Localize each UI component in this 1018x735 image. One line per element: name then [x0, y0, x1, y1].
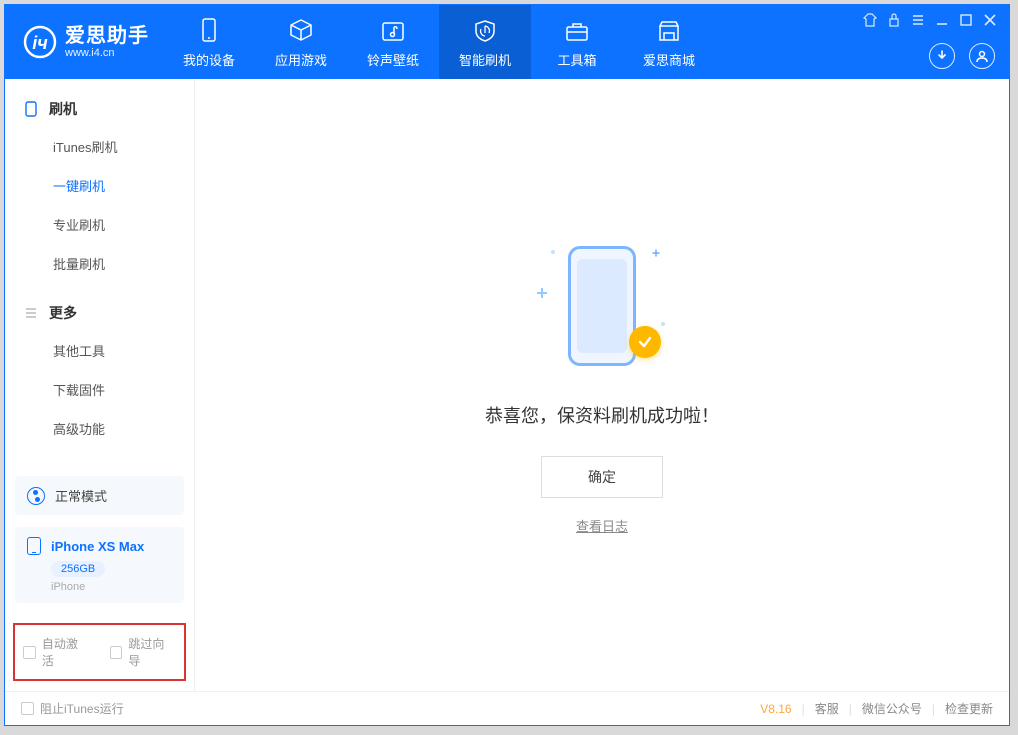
music-folder-icon [380, 16, 406, 46]
tab-label: 爱思商城 [643, 50, 695, 69]
sidebar-item-oneclick-flash[interactable]: 一键刷机 [5, 166, 194, 205]
sparkle-icon [537, 288, 547, 298]
window-controls [863, 13, 997, 27]
sidebar-heading-more: 更多 [5, 295, 194, 331]
device-icon [199, 16, 219, 46]
logo-icon: iч [23, 25, 57, 59]
version-label: V8.16 [760, 702, 791, 716]
phone-small-icon [23, 101, 39, 117]
separator: | [802, 702, 805, 716]
sidebar-heading-text: 刷机 [49, 99, 77, 119]
nav-tabs: 我的设备 应用游戏 铃声壁纸 智能刷机 [163, 5, 715, 79]
sparkle-icon [653, 249, 660, 256]
sidebar-item-other-tools[interactable]: 其他工具 [5, 331, 194, 370]
view-log-link[interactable]: 查看日志 [576, 516, 628, 535]
device-box: iPhone XS Max 256GB iPhone [15, 527, 184, 603]
app-window: iч 爱思助手 www.i4.cn 我的设备 应用游戏 [4, 4, 1010, 726]
list-icon [23, 305, 39, 321]
sidebar-group-flash: 刷机 iTunes刷机 一键刷机 专业刷机 批量刷机 [5, 91, 194, 283]
confirm-button[interactable]: 确定 [541, 456, 663, 498]
footer-link-wechat[interactable]: 微信公众号 [862, 700, 922, 717]
tab-label: 工具箱 [557, 50, 596, 69]
maximize-icon[interactable] [959, 13, 973, 27]
success-message: 恭喜您，保资料刷机成功啦！ [485, 402, 719, 428]
device-type: iPhone [51, 581, 172, 593]
tshirt-icon[interactable] [863, 13, 877, 27]
separator: | [849, 702, 852, 716]
checkbox-box [23, 646, 36, 659]
checkbox-skip-guide[interactable]: 跳过向导 [110, 635, 177, 669]
tab-smart-flash[interactable]: 智能刷机 [439, 5, 531, 79]
sidebar-item-pro-flash[interactable]: 专业刷机 [5, 205, 194, 244]
device-storage-badge: 256GB [51, 561, 105, 577]
checkbox-label: 自动激活 [42, 635, 90, 669]
mode-icon [27, 487, 45, 505]
tab-label: 智能刷机 [459, 50, 511, 69]
download-icon[interactable] [929, 43, 955, 69]
cube-icon [288, 16, 314, 46]
store-icon [656, 16, 682, 46]
lock-icon[interactable] [887, 13, 901, 27]
device-name: iPhone XS Max [51, 539, 144, 554]
tab-ringtone-wallpaper[interactable]: 铃声壁纸 [347, 5, 439, 79]
footer-link-update[interactable]: 检查更新 [945, 700, 993, 717]
checkbox-block-itunes[interactable]: 阻止iTunes运行 [21, 700, 124, 717]
shield-icon [472, 16, 498, 46]
tab-label: 应用游戏 [275, 50, 327, 69]
main-content: 恭喜您，保资料刷机成功啦！ 确定 查看日志 [195, 79, 1009, 691]
app-subtitle: www.i4.cn [65, 47, 149, 59]
tab-store[interactable]: 爱思商城 [623, 5, 715, 79]
success-illustration [537, 236, 667, 376]
sidebar-item-batch-flash[interactable]: 批量刷机 [5, 244, 194, 283]
device-name-row[interactable]: iPhone XS Max [27, 537, 172, 555]
highlighted-options-box: 自动激活 跳过向导 [13, 623, 186, 681]
tab-label: 我的设备 [183, 50, 235, 69]
sidebar-heading-flash: 刷机 [5, 91, 194, 127]
tab-apps-games[interactable]: 应用游戏 [255, 5, 347, 79]
user-icon[interactable] [969, 43, 995, 69]
tab-my-device[interactable]: 我的设备 [163, 5, 255, 79]
mode-label: 正常模式 [55, 486, 107, 505]
footer-link-support[interactable]: 客服 [815, 700, 839, 717]
toolbox-icon [564, 16, 590, 46]
close-icon[interactable] [983, 13, 997, 27]
checkbox-box [110, 646, 123, 659]
header-actions [929, 43, 995, 69]
mode-box[interactable]: 正常模式 [15, 476, 184, 515]
sidebar-item-itunes-flash[interactable]: iTunes刷机 [5, 127, 194, 166]
footer: 阻止iTunes运行 V8.16 | 客服 | 微信公众号 | 检查更新 [5, 691, 1009, 725]
sidebar: 刷机 iTunes刷机 一键刷机 专业刷机 批量刷机 更多 其他工具 下载固件 … [5, 79, 195, 691]
checkbox-label: 阻止iTunes运行 [40, 700, 124, 717]
checkbox-auto-activate[interactable]: 自动激活 [23, 635, 90, 669]
header: iч 爱思助手 www.i4.cn 我的设备 应用游戏 [5, 5, 1009, 79]
svg-text:iч: iч [32, 33, 48, 53]
phone-shape-icon [568, 246, 636, 366]
checkbox-box [21, 702, 34, 715]
app-title: 爱思助手 [65, 25, 149, 47]
body: 刷机 iTunes刷机 一键刷机 专业刷机 批量刷机 更多 其他工具 下载固件 … [5, 79, 1009, 691]
tab-toolbox[interactable]: 工具箱 [531, 5, 623, 79]
menu-icon[interactable] [911, 13, 925, 27]
checkbox-label: 跳过向导 [128, 635, 176, 669]
dot-icon [661, 322, 665, 326]
sidebar-item-advanced[interactable]: 高级功能 [5, 409, 194, 448]
sidebar-heading-text: 更多 [49, 303, 77, 323]
device-phone-icon [27, 537, 41, 555]
sidebar-group-more: 更多 其他工具 下载固件 高级功能 [5, 295, 194, 448]
check-badge-icon [629, 326, 661, 358]
minimize-icon[interactable] [935, 13, 949, 27]
sidebar-item-download-firmware[interactable]: 下载固件 [5, 370, 194, 409]
separator: | [932, 702, 935, 716]
tab-label: 铃声壁纸 [367, 50, 419, 69]
dot-icon [551, 250, 555, 254]
app-logo: iч 爱思助手 www.i4.cn [5, 25, 163, 59]
